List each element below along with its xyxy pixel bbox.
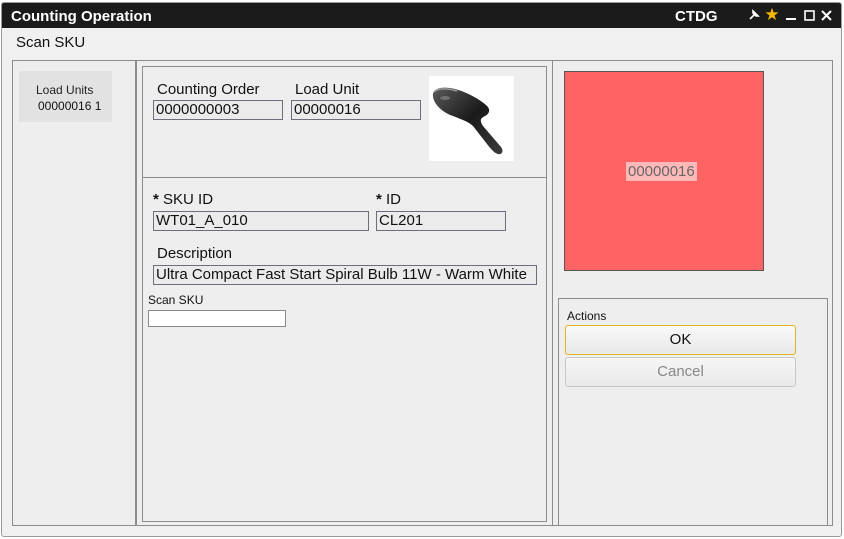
id-label: ID (386, 191, 402, 208)
description-field: Ultra Compact Fast Start Spiral Bulb 11W… (153, 265, 537, 285)
maximize-icon[interactable] (802, 7, 816, 23)
ok-button[interactable]: OK (565, 325, 796, 355)
load-unit-label: Load Unit (295, 81, 360, 98)
load-unit-count: 1 (94, 99, 102, 113)
right-column: 00000016 Actions OK Cancel (552, 60, 833, 526)
scan-sku-label: Scan SKU (148, 293, 204, 307)
barcode-scanner-image (429, 76, 514, 161)
actions-header: Actions (567, 309, 607, 323)
description-label: Description (157, 245, 233, 262)
id-field: CL201 (376, 211, 506, 231)
sku-id-field: WT01_A_010 (153, 211, 369, 231)
load-unit-tile-code: 00000016 (626, 162, 697, 181)
close-icon[interactable] (819, 7, 833, 23)
scan-sku-input[interactable] (148, 310, 286, 327)
load-unit-code: 00000016 (38, 99, 92, 113)
app-code: CTDG (675, 8, 718, 25)
load-unit-field: 00000016 (291, 100, 421, 120)
counting-order-field: 0000000003 (153, 100, 283, 120)
required-marker: * (153, 191, 159, 208)
counting-order-label: Counting Order (157, 81, 260, 98)
star-icon[interactable]: ★ (764, 6, 779, 23)
actions-panel: Actions OK Cancel (558, 298, 828, 526)
load-units-header: Load Units (36, 83, 94, 97)
title-bar: Counting Operation CTDG ★ (2, 3, 841, 28)
load-unit-list-item[interactable]: Load Units 00000016 1 (19, 71, 112, 122)
load-units-sidebar: Load Units 00000016 1 (12, 60, 136, 526)
counting-operation-window: Counting Operation CTDG ★ Scan SKU Load … (1, 2, 842, 537)
sku-id-label: SKU ID (163, 191, 214, 208)
pin-icon[interactable] (747, 7, 761, 23)
window-title: Counting Operation (11, 8, 152, 25)
sku-panel: * SKU ID WT01_A_010 * ID CL201 Descripti… (142, 177, 547, 522)
minimize-icon[interactable] (784, 7, 798, 23)
page-subtitle: Scan SKU (16, 34, 86, 51)
cancel-button[interactable]: Cancel (565, 357, 796, 387)
required-marker: * (376, 191, 382, 208)
center-column: Counting Order 0000000003 Load Unit 0000… (136, 60, 553, 526)
load-unit-tile[interactable]: 00000016 (564, 71, 764, 271)
order-panel: Counting Order 0000000003 Load Unit 0000… (142, 66, 547, 178)
